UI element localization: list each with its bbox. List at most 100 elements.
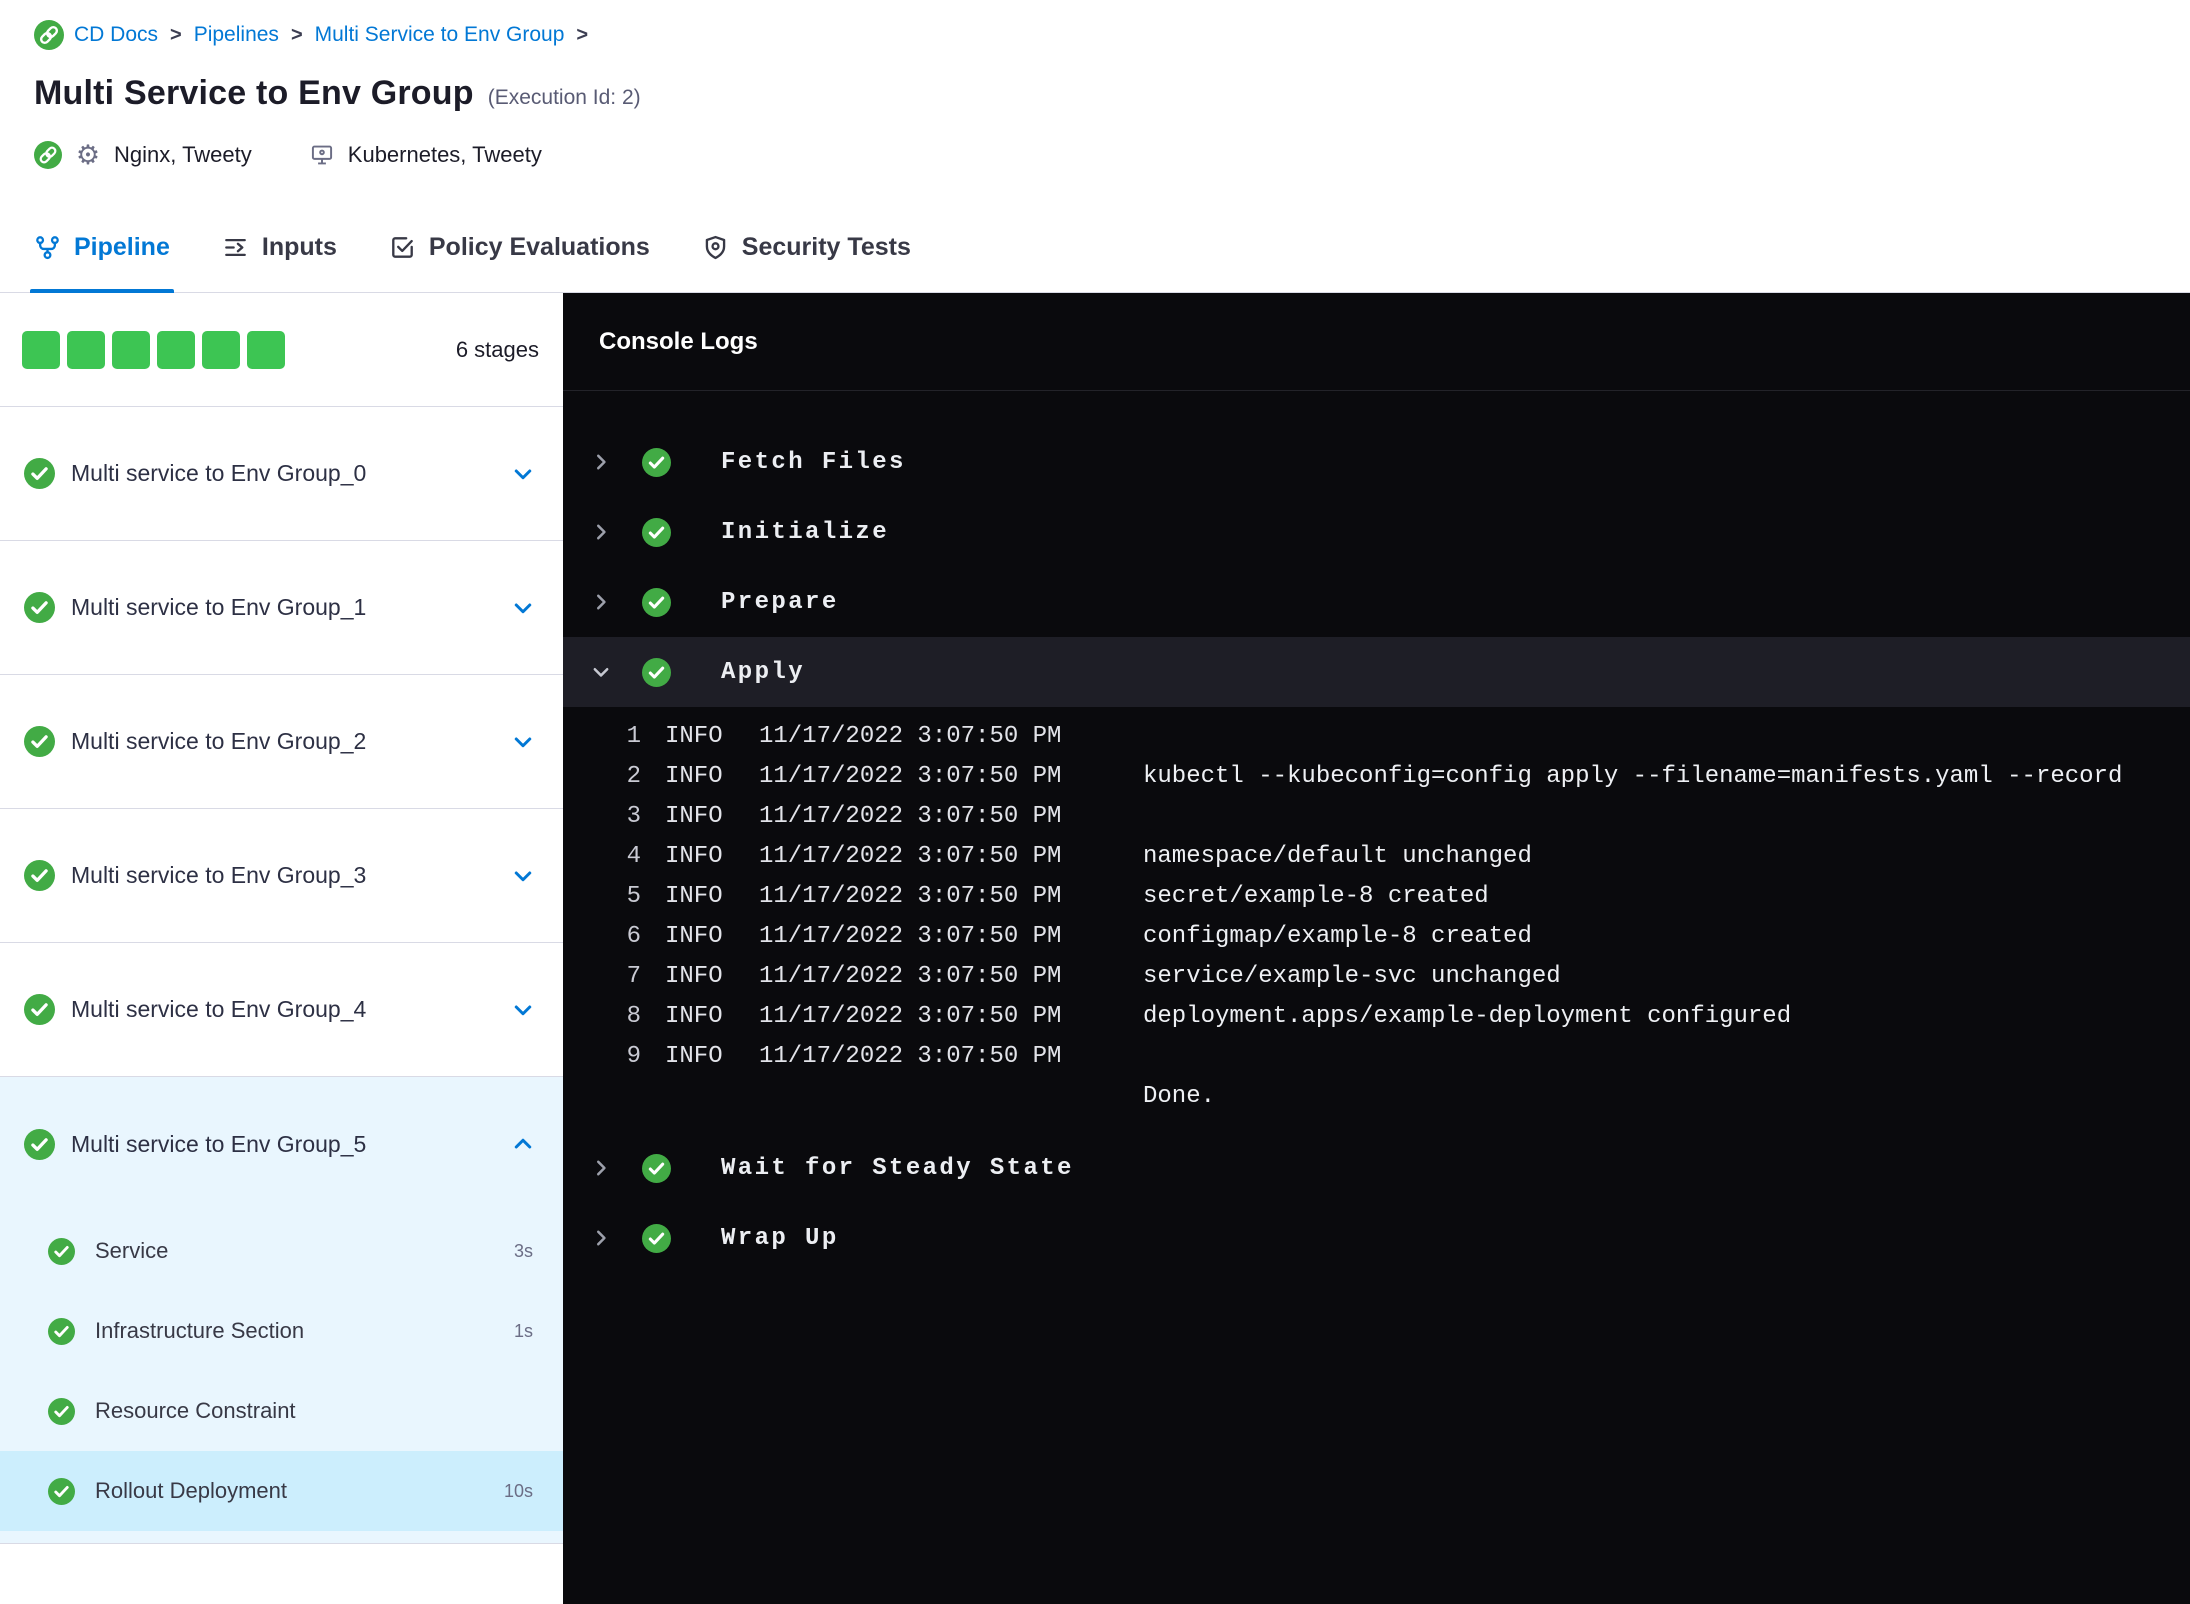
log-message [1143, 797, 2190, 837]
log-message [1143, 1037, 2190, 1077]
step-duration: 3s [513, 1240, 533, 1261]
stage-progress-row: 6 stages [0, 293, 563, 407]
log-message: secret/example-8 created [1143, 883, 1489, 910]
breadcrumb-separator: > [576, 23, 589, 46]
stage-progress-square [247, 330, 285, 369]
log-level: INFO [665, 923, 723, 950]
console-step-prepare[interactable]: Prepare [563, 567, 2190, 637]
console-step-fetch-files[interactable]: Fetch Files [563, 427, 2190, 497]
chevron-down-icon[interactable] [590, 661, 612, 683]
title-row: Multi Service to Env Group (Execution Id… [34, 74, 2190, 113]
chevron-right-icon[interactable] [590, 1227, 612, 1249]
chevron-right-icon[interactable] [590, 1157, 612, 1179]
stage-row-1[interactable]: Multi service to Env Group_1 [0, 541, 563, 675]
log-line: 5 INFO 11/17/2022 3:07:50 PM secret/example… [563, 877, 2190, 917]
log-line-number: 4 [626, 843, 641, 870]
chevron-right-icon[interactable] [590, 451, 612, 473]
log-line-number: 6 [626, 923, 641, 950]
pipeline-icon [34, 234, 61, 261]
log-message [1143, 717, 2190, 757]
inputs-icon [222, 234, 249, 261]
chevron-down-icon[interactable] [511, 596, 535, 620]
breadcrumb-link-pipeline-name[interactable]: Multi Service to Env Group [315, 23, 565, 47]
log-line: 1 INFO 11/17/2022 3:07:50 PM [563, 717, 2190, 757]
log-line: 4 INFO 11/17/2022 3:07:50 PM namespace/defa… [563, 837, 2190, 877]
breadcrumb-link-pipelines[interactable]: Pipelines [194, 23, 279, 47]
log-line-number: 8 [626, 1003, 641, 1030]
step-row-rollout-deployment[interactable]: Rollout Deployment 10s [0, 1451, 563, 1531]
log-line-number: 1 [626, 723, 641, 750]
stage-label: Multi service to Env Group_5 [71, 1130, 367, 1157]
tab-security-tests[interactable]: Security Tests [702, 203, 911, 292]
log-level: INFO [665, 1003, 723, 1030]
success-check-icon [642, 447, 671, 477]
chevron-down-icon[interactable] [511, 998, 535, 1022]
log-level: INFO [665, 803, 723, 830]
log-timestamp: 11/17/2022 3:07:50 PM [759, 1043, 1062, 1070]
shield-icon [702, 234, 729, 261]
console-header: Console Logs [563, 293, 2190, 391]
stage-row-3[interactable]: Multi service to Env Group_3 [0, 809, 563, 943]
log-timestamp: 11/17/2022 3:07:50 PM [759, 1003, 1062, 1030]
cd-module-icon [34, 141, 62, 169]
log-message: Done. [1143, 1083, 1216, 1110]
success-check-icon [24, 458, 55, 489]
console-step-label: Initialize [721, 518, 890, 546]
chevron-down-icon[interactable] [511, 730, 535, 754]
log-line: 2 INFO 11/17/2022 3:07:50 PM kubectl --kube… [563, 757, 2190, 797]
breadcrumb-link-cd-docs[interactable]: CD Docs [74, 23, 158, 47]
stage-group-expanded: Multi service to Env Group_5 Service 3s … [0, 1077, 563, 1544]
chevron-up-icon[interactable] [511, 1132, 535, 1156]
breadcrumb: CD Docs > Pipelines > Multi Service to E… [34, 0, 2190, 50]
console-step-wait-for-steady-state[interactable]: Wait for Steady State [563, 1133, 2190, 1203]
success-check-icon [24, 860, 55, 891]
step-row-infrastructure[interactable]: Infrastructure Section 1s [0, 1291, 563, 1371]
log-message: deployment.apps/example-deployment confi… [1143, 1003, 1792, 1030]
tab-pipeline[interactable]: Pipeline [30, 203, 174, 293]
stage-row-0[interactable]: Multi service to Env Group_0 [0, 407, 563, 541]
chevron-right-icon[interactable] [590, 521, 612, 543]
step-label: Rollout Deployment [95, 1478, 287, 1503]
log-line: 6 INFO 11/17/2022 3:07:50 PM configmap/exam… [563, 917, 2190, 957]
stage-label: Multi service to Env Group_2 [71, 728, 367, 754]
log-line-number: 7 [626, 963, 641, 990]
breadcrumb-separator: > [290, 23, 303, 46]
log-line: 3 INFO 11/17/2022 3:07:50 PM [563, 797, 2190, 837]
step-duration: 10s [503, 1480, 533, 1501]
log-level [665, 1077, 735, 1117]
console-step-label: Prepare [721, 588, 839, 616]
console-step-label: Wrap Up [721, 1224, 839, 1252]
success-check-icon [642, 1223, 671, 1253]
stage-row-5[interactable]: Multi service to Env Group_5 [0, 1077, 563, 1211]
success-check-icon [642, 657, 671, 687]
log-line: 8 INFO 11/17/2022 3:07:50 PM deployment.app… [563, 997, 2190, 1037]
console-log-lines: 1 INFO 11/17/2022 3:07:50 PM 2 INFO 11/17/20… [563, 707, 2190, 1133]
console-step-wrap-up[interactable]: Wrap Up [563, 1203, 2190, 1273]
breadcrumb-separator: > [170, 23, 182, 46]
log-timestamp: 11/17/2022 3:07:50 PM [759, 843, 1062, 870]
environments-icon [308, 141, 336, 169]
success-check-icon [48, 1317, 75, 1345]
step-label: Infrastructure Section [95, 1318, 305, 1343]
chevron-down-icon[interactable] [511, 462, 535, 486]
chevron-right-icon[interactable] [590, 591, 612, 613]
step-row-service[interactable]: Service 3s [0, 1211, 563, 1291]
stage-row-4[interactable]: Multi service to Env Group_4 [0, 943, 563, 1077]
tab-policy-evaluations[interactable]: Policy Evaluations [389, 203, 650, 292]
console-step-apply[interactable]: Apply [563, 637, 2190, 707]
success-check-icon [24, 994, 55, 1025]
services-gear-icon: ⚙ [75, 139, 101, 170]
tab-inputs[interactable]: Inputs [222, 203, 337, 292]
log-line: 7 INFO 11/17/2022 3:07:50 PM service/exampl… [563, 957, 2190, 997]
success-check-icon [24, 726, 55, 757]
log-level: INFO [665, 763, 723, 790]
success-check-icon [642, 1153, 671, 1183]
stage-label: Multi service to Env Group_4 [71, 996, 367, 1022]
stage-row-2[interactable]: Multi service to Env Group_2 [0, 675, 563, 809]
stage-progress-square [112, 330, 150, 369]
console-step-initialize[interactable]: Initialize [563, 497, 2190, 567]
chevron-down-icon[interactable] [511, 864, 535, 888]
log-line-number: 5 [626, 883, 641, 910]
log-level: INFO [665, 843, 723, 870]
step-row-resource-constraint[interactable]: Resource Constraint [0, 1371, 563, 1451]
